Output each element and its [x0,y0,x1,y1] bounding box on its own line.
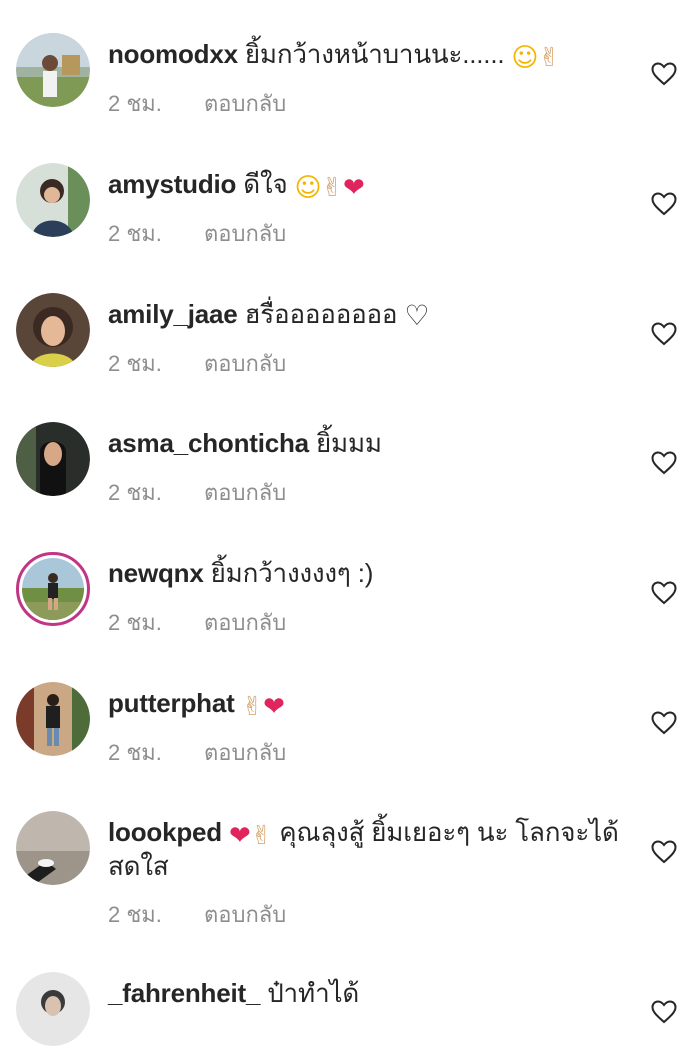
comment-username[interactable]: amystudio [108,169,236,199]
heart-outline-icon[interactable] [651,581,677,605]
victory-hand-emoji: ✌ [538,43,560,73]
avatar[interactable] [16,972,90,1046]
comment-username[interactable]: putterphat [108,688,235,718]
smiling-face-emoji: ☺ [511,43,539,73]
victory-hand-emoji: ✌ [241,692,264,722]
reply-button[interactable]: ตอบกลับ [204,475,286,510]
heart-outline-icon[interactable] [651,1000,677,1024]
red-heart-emoji: ❤ [228,821,251,851]
heart-outline-icon[interactable] [651,192,677,216]
comment-meta: 2 ชม. ตอบกลับ [108,86,286,121]
reply-button[interactable]: ตอบกลับ [204,86,286,121]
heart-outline-icon[interactable] [651,62,677,86]
reply-button[interactable]: ตอบกลับ [204,346,286,381]
smiling-face-emoji: ☺ [294,173,322,203]
heart-outline-icon[interactable] [651,840,677,864]
comment-time: 2 ชม. [108,480,162,505]
comment-username[interactable]: newqnx [108,558,204,588]
heart-outline-icon[interactable] [651,711,677,735]
comment-meta: 2 ชม. ตอบกลับ [108,475,286,510]
comment-meta: 2 ชม. ตอบกลับ [108,897,286,932]
heart-outline-icon[interactable] [651,451,677,475]
comment-time: 2 ชม. [108,91,162,116]
comment-text: newqnx ยิ้มกว้างงงงๆ :) [108,556,628,590]
comment-username[interactable]: asma_chonticha [108,428,309,458]
comment-text: putterphat ✌❤ [108,686,628,720]
comment-text: asma_chonticha ยิ้มมม [108,426,628,460]
comment-username[interactable]: loookped [108,817,222,847]
comment-text: loookped ❤✌ คุณลุงสู้ ยิ้มเยอะๆ นะ โลกจะ… [108,815,628,883]
reply-button[interactable]: ตอบกลับ [204,897,286,932]
comment-text: _fahrenheit_ ป๋าทำได้ [108,976,628,1010]
comment-body: ยิ้มกว้างหน้าบานนะ...... [244,39,505,69]
victory-hand-emoji: ✌ [321,173,344,203]
comment-body: ยิ้มกว้างงงงๆ :) [210,558,374,588]
avatar[interactable] [16,33,90,107]
comment-time: 2 ชม. [108,221,162,246]
heart-outline-icon[interactable] [651,322,677,346]
comment-time: 2 ชม. [108,902,162,927]
reply-button[interactable]: ตอบกลับ [204,605,286,640]
avatar[interactable] [16,422,90,496]
avatar[interactable] [16,682,90,756]
victory-hand-emoji: ✌ [250,821,273,851]
comment-meta: 2 ชม. ตอบกลับ [108,346,286,381]
comment-time: 2 ชม. [108,610,162,635]
red-heart-emoji: ❤ [343,173,365,203]
comment-text: amily_jaae ฮรื่ออออออออ ♡ [108,297,628,331]
reply-button[interactable]: ตอบกลับ [204,216,286,251]
comment-body: ดีใจ [243,169,288,199]
avatar[interactable] [16,163,90,237]
comment-body: ยิ้มมม [315,428,382,458]
avatar[interactable] [16,293,90,367]
reply-button[interactable]: ตอบกลับ [204,735,286,770]
comment-time: 2 ชม. [108,351,162,376]
avatar[interactable] [16,811,90,885]
comment-meta: 2 ชม. ตอบกลับ [108,216,286,251]
comment-text: amystudio ดีใจ ☺✌❤ [108,167,628,201]
comment-username[interactable]: amily_jaae [108,299,238,329]
comment-username[interactable]: _fahrenheit_ [108,978,260,1008]
avatar-story-ring[interactable] [16,552,90,626]
white-heart-symbol: ♡ [404,299,430,332]
comment-meta: 2 ชม. ตอบกลับ [108,735,286,770]
comment-body: ฮรื่ออออออออ [244,299,398,329]
red-heart-emoji: ❤ [263,692,285,722]
comment-username[interactable]: noomodxx [108,39,238,69]
comment-body: ป๋าทำได้ [267,978,360,1008]
comment-time: 2 ชม. [108,740,162,765]
comment-meta: 2 ชม. ตอบกลับ [108,605,286,640]
comment-text: noomodxx ยิ้มกว้างหน้าบานนะ...... ☺✌ [108,37,628,71]
